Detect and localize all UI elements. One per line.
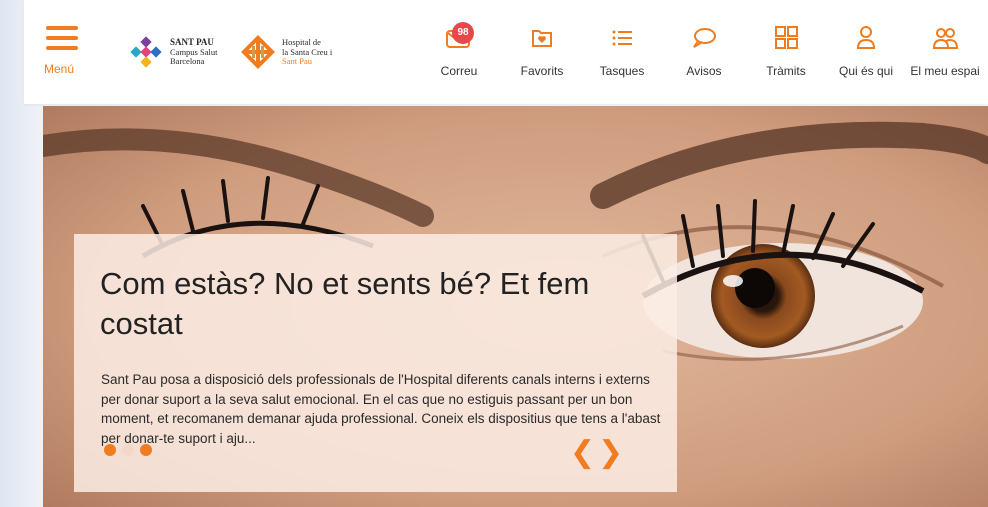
- main-nav: 98 Correu Favorits Tasques Avisos Tràmit…: [24, 22, 988, 84]
- nav-label-qui-es-qui: Qui és qui: [838, 64, 894, 78]
- nav-item-el-meu-espai[interactable]: El meu espai: [906, 24, 984, 84]
- person-icon: [856, 26, 876, 49]
- carousel-next-arrow[interactable]: ❯: [598, 438, 623, 468]
- speech-bubble-icon: [693, 28, 716, 48]
- carousel-prev-arrow[interactable]: ❮: [570, 438, 595, 468]
- top-header: Menú SANT PAU Campus Salut Barcelona Hos…: [24, 0, 988, 104]
- nav-label-favorits: Favorits: [520, 64, 564, 78]
- nav-item-correu[interactable]: 98 Correu: [434, 22, 484, 84]
- favorites-folder-icon: [532, 30, 552, 47]
- hero-title[interactable]: Com estàs? No et sents bé? Et fem costat: [100, 264, 640, 344]
- nav-label-tasques: Tasques: [599, 64, 645, 78]
- nav-item-qui-es-qui[interactable]: Qui és qui: [834, 24, 898, 84]
- nav-label-tramits: Tràmits: [766, 64, 806, 78]
- carousel-dot-3[interactable]: [140, 444, 152, 456]
- nav-item-avisos[interactable]: Avisos: [679, 24, 729, 84]
- grid-icon: [775, 26, 798, 49]
- task-list-icon: [612, 30, 632, 46]
- nav-item-tasques[interactable]: Tasques: [594, 24, 650, 84]
- hero-caption: Com estàs? No et sents bé? Et fem costat…: [74, 234, 677, 492]
- nav-item-tramits[interactable]: Tràmits: [758, 24, 814, 84]
- carousel-dot-2[interactable]: [122, 444, 134, 456]
- carousel-dots: [104, 444, 164, 458]
- nav-label-avisos: Avisos: [686, 64, 722, 78]
- nav-label-el-meu-espai: El meu espai: [910, 64, 980, 78]
- carousel-dot-1[interactable]: [104, 444, 116, 456]
- people-icon: [932, 28, 959, 49]
- mail-count-badge: 98: [452, 22, 474, 44]
- nav-label-correu: Correu: [440, 64, 478, 78]
- nav-item-favorits[interactable]: Favorits: [514, 24, 570, 84]
